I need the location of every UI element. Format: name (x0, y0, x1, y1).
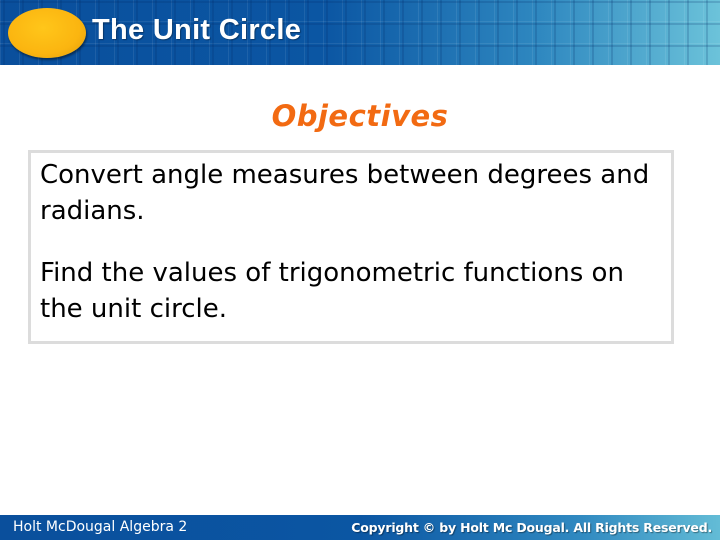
header-bar: The Unit Circle (0, 0, 720, 65)
orange-oval-logo-icon (8, 8, 86, 58)
objective-item: Convert angle measures between degrees a… (40, 160, 650, 226)
lesson-title: The Unit Circle (92, 14, 302, 46)
objective-item: Find the values of trigonometric functio… (40, 258, 624, 324)
footer-bar: Holt McDougal Algebra 2 Copyright © by H… (0, 515, 720, 540)
publisher-label: Holt McDougal Algebra 2 (13, 519, 188, 535)
objectives-box: Convert angle measures between degrees a… (28, 150, 674, 344)
section-title: Objectives (271, 99, 449, 133)
copyright-notice: Copyright © by Holt Mc Dougal. All Right… (351, 520, 712, 535)
